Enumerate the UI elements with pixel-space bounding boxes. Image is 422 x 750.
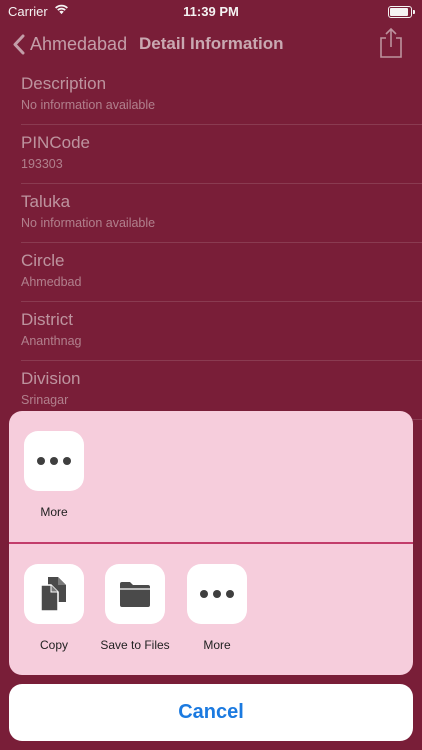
action-label: More <box>40 505 68 519</box>
cancel-button[interactable]: Cancel <box>9 684 413 741</box>
divider <box>9 542 413 544</box>
share-sheet: More Copy Save to Files More <box>9 411 413 675</box>
action-label: Copy <box>39 638 68 652</box>
more-icon <box>24 431 84 491</box>
save-to-files-action[interactable]: Save to Files <box>93 564 177 652</box>
copy-action[interactable]: Copy <box>12 564 96 652</box>
more-icon <box>187 564 247 624</box>
folder-icon <box>105 564 165 624</box>
action-label: Save to Files <box>100 638 170 652</box>
cancel-label: Cancel <box>178 701 244 723</box>
copy-icon <box>24 564 84 624</box>
screen: Carrier 11:39 PM Ahmedabad Detail Inform… <box>0 0 422 750</box>
more-action-top[interactable]: More <box>12 431 96 519</box>
action-label: More <box>203 638 231 652</box>
more-action-bottom[interactable]: More <box>175 564 259 652</box>
